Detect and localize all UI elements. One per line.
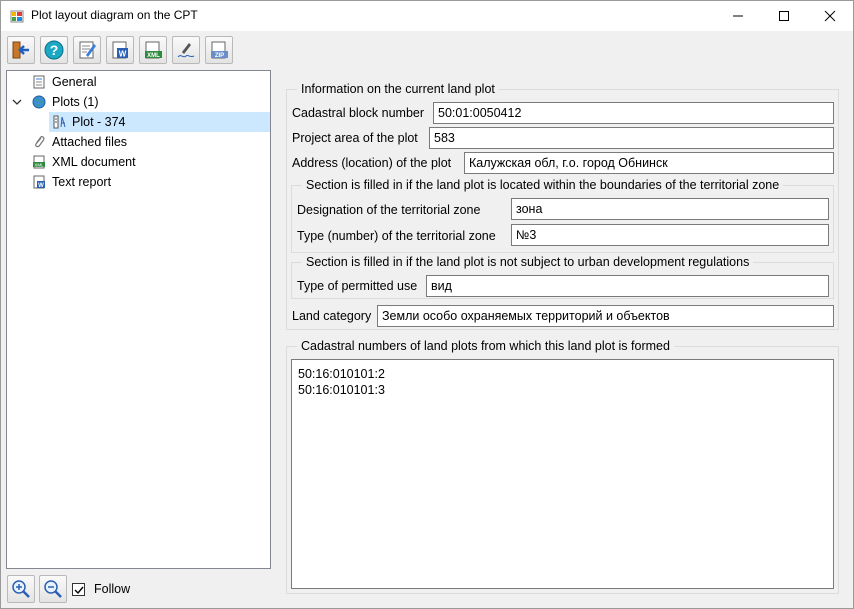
exit-icon [12,41,29,59]
xml-export-icon: XML [145,41,162,59]
project-area-label: Project area of the plot [292,131,418,145]
tree-item-label: Text report [52,175,112,189]
svg-text:W: W [38,183,44,189]
zone-type-field[interactable]: №3 [511,224,829,246]
source-plots-textarea[interactable]: 50:16:010101:2 50:16:010101:3 [291,359,834,589]
permitted-use-field[interactable]: вид [426,275,829,297]
xml-file-icon: XML [33,155,45,169]
xml-export-button[interactable]: XML [139,36,167,64]
close-button[interactable] [807,1,853,31]
tree-item-label: Plot - 374 [72,115,126,129]
cadastral-block-field[interactable]: 50:01:0050412 [433,102,834,124]
territorial-zone-legend: Section is filled in if the land plot is… [302,178,784,192]
main-window: Plot layout diagram on the CPT ? W XML Z… [0,0,854,609]
tree-item-general[interactable]: General [7,72,270,92]
tree-item-plots[interactable]: Plots (1) [7,92,270,112]
minimize-button[interactable] [715,1,761,31]
zip-export-button[interactable]: ZIP [205,36,233,64]
document-icon [33,75,45,89]
follow-label: Follow [94,582,131,596]
project-area-field[interactable]: 583 [429,127,834,149]
address-field[interactable]: Калужская обл, г.о. город Обнинск [464,152,834,174]
zoom-out-button[interactable] [39,575,67,603]
edit-button[interactable] [73,36,101,64]
paperclip-icon [35,136,45,148]
tree-item-plot-374[interactable]: Plot - 374 [7,112,270,132]
close-icon [824,10,836,22]
svg-text:XML: XML [34,162,44,167]
permitted-use-label: Type of permitted use [297,279,418,293]
urban-regulation-legend: Section is filled in if the land plot is… [302,255,754,269]
signature-icon [177,43,195,58]
tree-item-xml-document[interactable]: XML XML document [7,152,270,172]
svg-text:ZIP: ZIP [215,53,224,59]
tree-item-label: XML document [52,155,136,169]
exit-button[interactable] [7,36,35,64]
cadastral-block-label: Cadastral block number [292,106,425,120]
navigation-tree[interactable]: General Plots (1) Plot - 374 Attached fi… [6,70,271,569]
maximize-icon [779,11,789,21]
minimize-icon [733,15,743,17]
tree-item-label: Attached files [52,135,128,149]
zip-export-icon: ZIP [211,41,228,59]
edit-icon [79,41,96,59]
toolbar: ? W XML ZIP [1,32,853,68]
tree-item-label: General [52,75,97,89]
window-title: Plot layout diagram on the CPT [31,8,198,22]
word-file-icon: W [33,175,45,189]
source-plot-line: 50:16:010101:3 [298,383,385,397]
source-plot-line: 50:16:010101:2 [298,367,385,381]
tree-item-label: Plots (1) [52,95,99,109]
help-icon: ? [44,40,64,60]
zoom-bar: Follow [1,573,281,607]
svg-text:W: W [119,50,127,59]
svg-text:XML: XML [147,53,160,59]
word-export-button[interactable]: W [106,36,134,64]
zone-type-label: Type (number) of the territorial zone [297,229,496,243]
source-plots-legend: Cadastral numbers of land plots from whi… [297,339,674,353]
zoom-in-icon [12,580,30,598]
zone-designation-field[interactable]: зона [511,198,829,220]
follow-checkbox[interactable] [72,583,85,596]
globe-icon [32,95,46,109]
tree-item-attached-files[interactable]: Attached files [7,132,270,152]
word-export-icon: W [112,41,128,59]
tree-item-text-report[interactable]: W Text report [7,172,270,192]
address-label: Address (location) of the plot [292,156,452,170]
maximize-button[interactable] [761,1,807,31]
signature-button[interactable] [172,36,200,64]
land-category-field[interactable]: Земли особо охраняемых территорий и объе… [377,305,834,327]
zoom-out-icon [44,580,62,598]
app-icon [10,10,24,23]
info-group-legend: Information on the current land plot [297,82,499,96]
chevron-down-icon[interactable] [12,97,22,107]
plot-icon [53,115,66,129]
land-category-label: Land category [292,309,372,323]
checkmark-icon [74,586,84,594]
zoom-in-button[interactable] [7,575,35,603]
zone-designation-label: Designation of the territorial zone [297,203,481,217]
title-bar: Plot layout diagram on the CPT [1,1,853,31]
svg-text:?: ? [50,42,59,58]
help-button[interactable]: ? [40,36,68,64]
